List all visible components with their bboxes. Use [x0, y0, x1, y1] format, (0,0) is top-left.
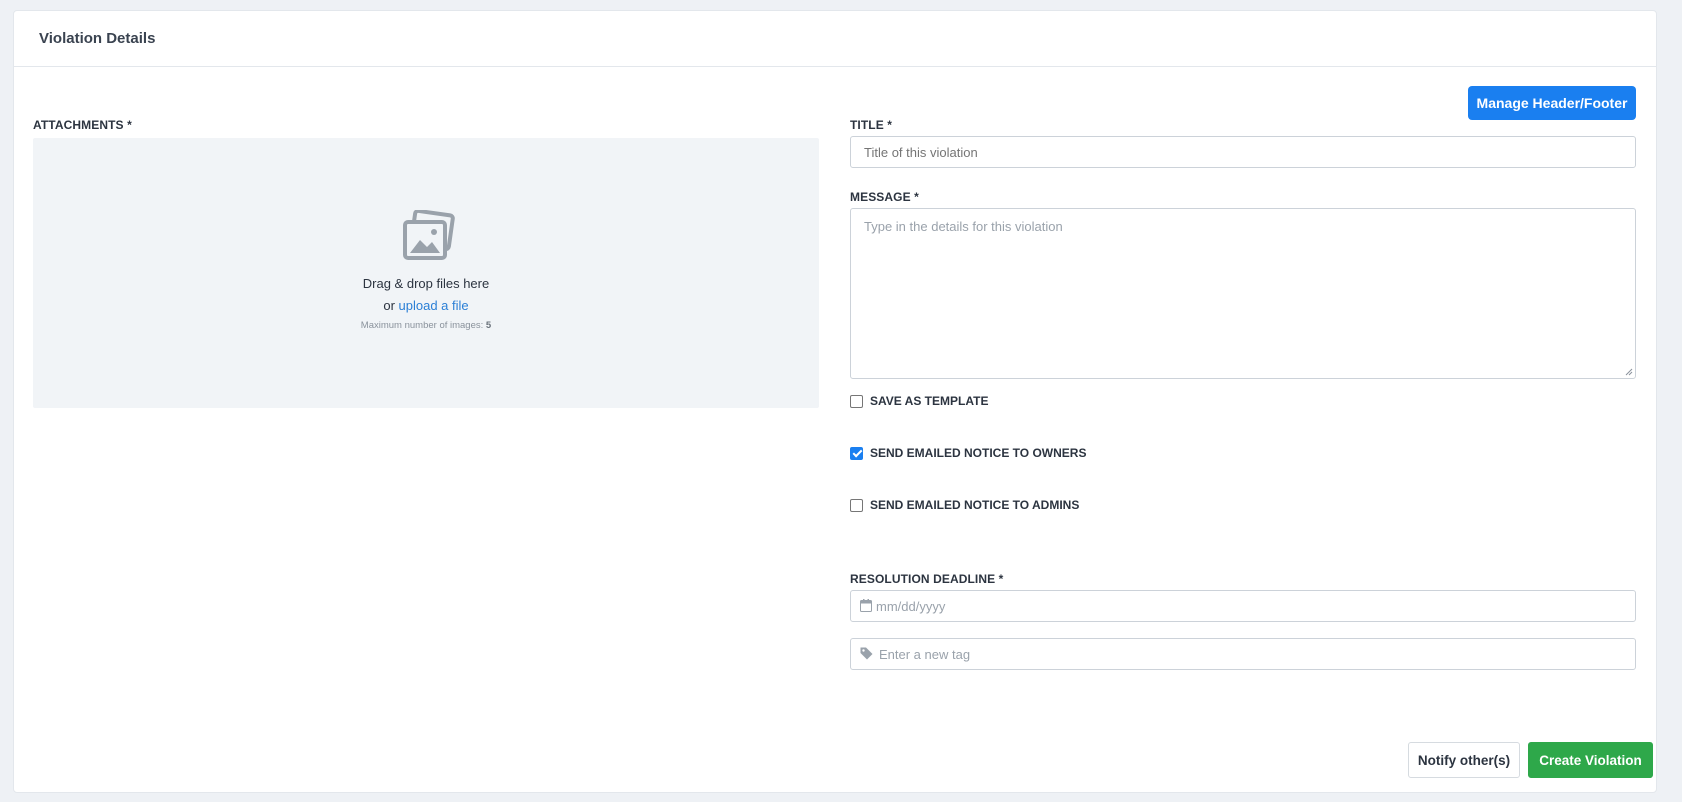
card-header: Violation Details [14, 11, 1656, 67]
resolution-deadline-input[interactable]: mm/dd/yyyy [850, 590, 1636, 622]
tag-icon [860, 647, 873, 660]
notify-owners-checkbox[interactable] [850, 446, 863, 460]
dropzone-or-text: or [383, 298, 395, 313]
notify-admins-row[interactable]: SEND EMAILED NOTICE TO ADMINS [850, 497, 1079, 513]
resize-grip-icon[interactable] [1625, 368, 1633, 376]
dropzone-drag-text: Drag & drop files here [362, 276, 490, 291]
tag-input[interactable]: Enter a new tag [850, 638, 1636, 670]
attachments-label: ATTACHMENTS * [33, 118, 132, 132]
message-label: MESSAGE * [850, 190, 919, 204]
attachments-dropzone[interactable]: Drag & drop files here or upload a file … [33, 138, 819, 408]
title-label: TITLE * [850, 118, 893, 132]
message-textarea[interactable]: Type in the details for this violation [850, 208, 1636, 379]
notify-owners-row[interactable]: SEND EMAILED NOTICE TO OWNERS [850, 445, 1086, 461]
calendar-icon [860, 599, 872, 612]
message-placeholder: Type in the details for this violation [864, 219, 1063, 234]
create-violation-button[interactable]: Create Violation [1528, 742, 1653, 778]
page-title: Violation Details [39, 30, 156, 47]
image-gallery-icon [403, 210, 455, 260]
save-as-template-label: SAVE AS TEMPLATE [870, 394, 989, 408]
notify-admins-label: SEND EMAILED NOTICE TO ADMINS [870, 498, 1080, 512]
violation-details-card: Violation Details Manage Header/Footer A… [13, 10, 1657, 793]
notify-owners-label: SEND EMAILED NOTICE TO OWNERS [870, 446, 1087, 460]
upload-file-link[interactable]: upload a file [399, 298, 469, 313]
save-as-template-checkbox[interactable] [850, 394, 863, 408]
max-images-value: 5 [485, 320, 492, 331]
tag-placeholder: Enter a new tag [879, 647, 971, 662]
title-input[interactable] [850, 136, 1636, 168]
dropzone-max-images: Maximum number of images: 5 [33, 320, 819, 331]
notify-admins-checkbox[interactable] [850, 498, 863, 512]
manage-header-footer-button[interactable]: Manage Header/Footer [1468, 86, 1636, 120]
resolution-deadline-label: RESOLUTION DEADLINE * [850, 572, 1004, 586]
save-as-template-row[interactable]: SAVE AS TEMPLATE [850, 393, 988, 409]
notify-others-button[interactable]: Notify other(s) [1408, 742, 1520, 778]
dropzone-upload-line: or upload a file [33, 298, 819, 313]
max-images-text: Maximum number of images: [360, 320, 484, 331]
deadline-placeholder: mm/dd/yyyy [876, 599, 946, 614]
